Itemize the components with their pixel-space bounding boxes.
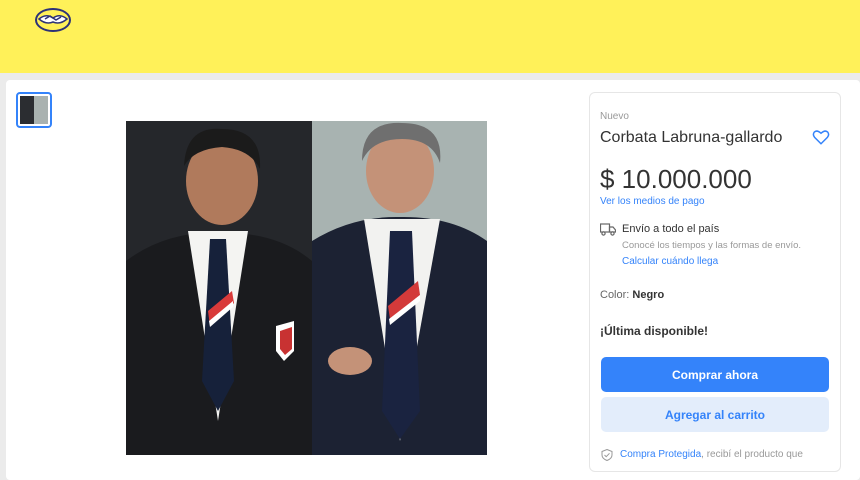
thumbnail-left-half — [20, 96, 34, 124]
image-left-portrait — [126, 121, 312, 455]
product-main-image[interactable] — [126, 121, 487, 455]
buy-now-button[interactable]: Comprar ahora — [601, 357, 829, 392]
shield-icon — [601, 449, 613, 461]
thumbnail-right-half — [34, 96, 48, 124]
product-price: $ 10.000.000 — [600, 164, 752, 194]
portrait-left-illustration — [126, 121, 312, 455]
product-title: Corbata Labruna-gallardo — [600, 129, 783, 146]
mercadolibre-logo-icon[interactable] — [34, 7, 72, 33]
payment-methods-link[interactable]: Ver los medios de pago — [600, 196, 705, 207]
protected-purchase-description: , recibí el producto que — [701, 449, 803, 460]
add-to-cart-button[interactable]: Agregar al carrito — [601, 397, 829, 432]
site-header — [0, 0, 860, 73]
portrait-right-illustration — [312, 121, 487, 455]
calculate-shipping-link[interactable]: Calcular cuándo llega — [622, 256, 718, 267]
shipping-subtitle: Conocé los tiempos y las formas de envío… — [622, 240, 802, 251]
stock-status: ¡Última disponible! — [600, 324, 708, 338]
color-label: Color: — [600, 289, 630, 301]
truck-icon — [600, 223, 616, 236]
color-value: Negro — [632, 289, 665, 301]
heart-icon[interactable] — [812, 128, 830, 146]
protected-purchase-link[interactable]: Compra Protegida — [620, 449, 701, 460]
gallery-thumbnail[interactable] — [16, 92, 52, 128]
protected-purchase-text: Compra Protegida, recibí el producto que — [620, 449, 803, 460]
shipping-title: Envío a todo el país — [622, 223, 720, 235]
image-right-portrait — [312, 121, 487, 455]
color-info: Color: Negro — [600, 289, 664, 301]
product-condition: Nuevo — [600, 111, 629, 122]
